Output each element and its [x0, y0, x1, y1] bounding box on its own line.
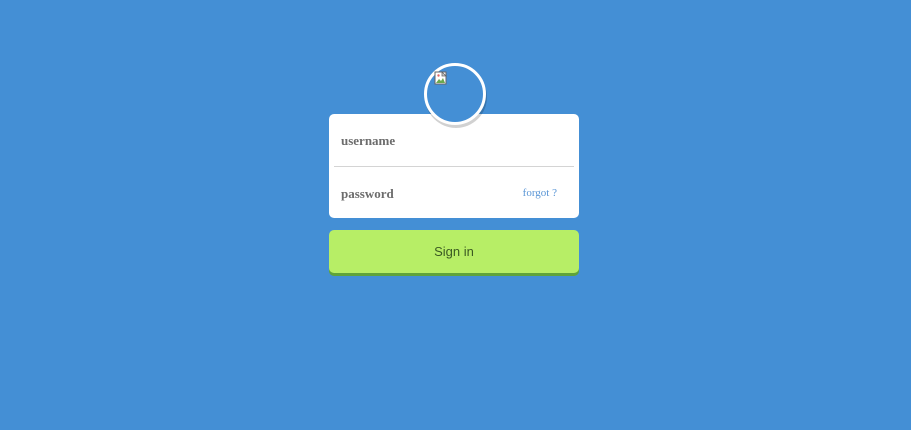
broken-image-icon — [434, 71, 447, 85]
forgot-password-link[interactable]: forgot ? — [523, 187, 557, 199]
sign-in-button[interactable]: Sign in — [329, 230, 579, 273]
username-placeholder: username — [341, 133, 396, 148]
password-placeholder: password — [341, 186, 394, 201]
avatar — [424, 63, 486, 125]
password-field[interactable]: password forgot ? — [329, 167, 579, 219]
login-page: username password forgot ? Sign in — [0, 0, 911, 430]
login-card: username password forgot ? — [329, 114, 579, 218]
